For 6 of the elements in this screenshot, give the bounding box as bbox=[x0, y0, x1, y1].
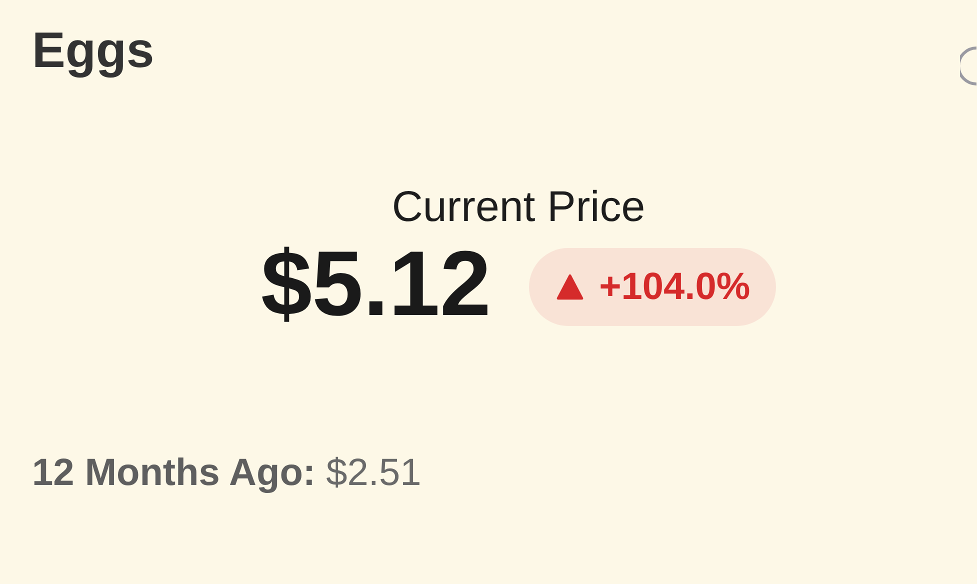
current-price: $5.12 bbox=[260, 234, 492, 334]
previous-price-line: 12 Months Ago: $2.51 bbox=[32, 451, 422, 496]
change-percent: +104.0% bbox=[599, 266, 750, 308]
current-price-label: Current Price bbox=[392, 182, 646, 232]
card-title: Eggs bbox=[32, 21, 154, 80]
triangle-icon bbox=[555, 272, 586, 302]
